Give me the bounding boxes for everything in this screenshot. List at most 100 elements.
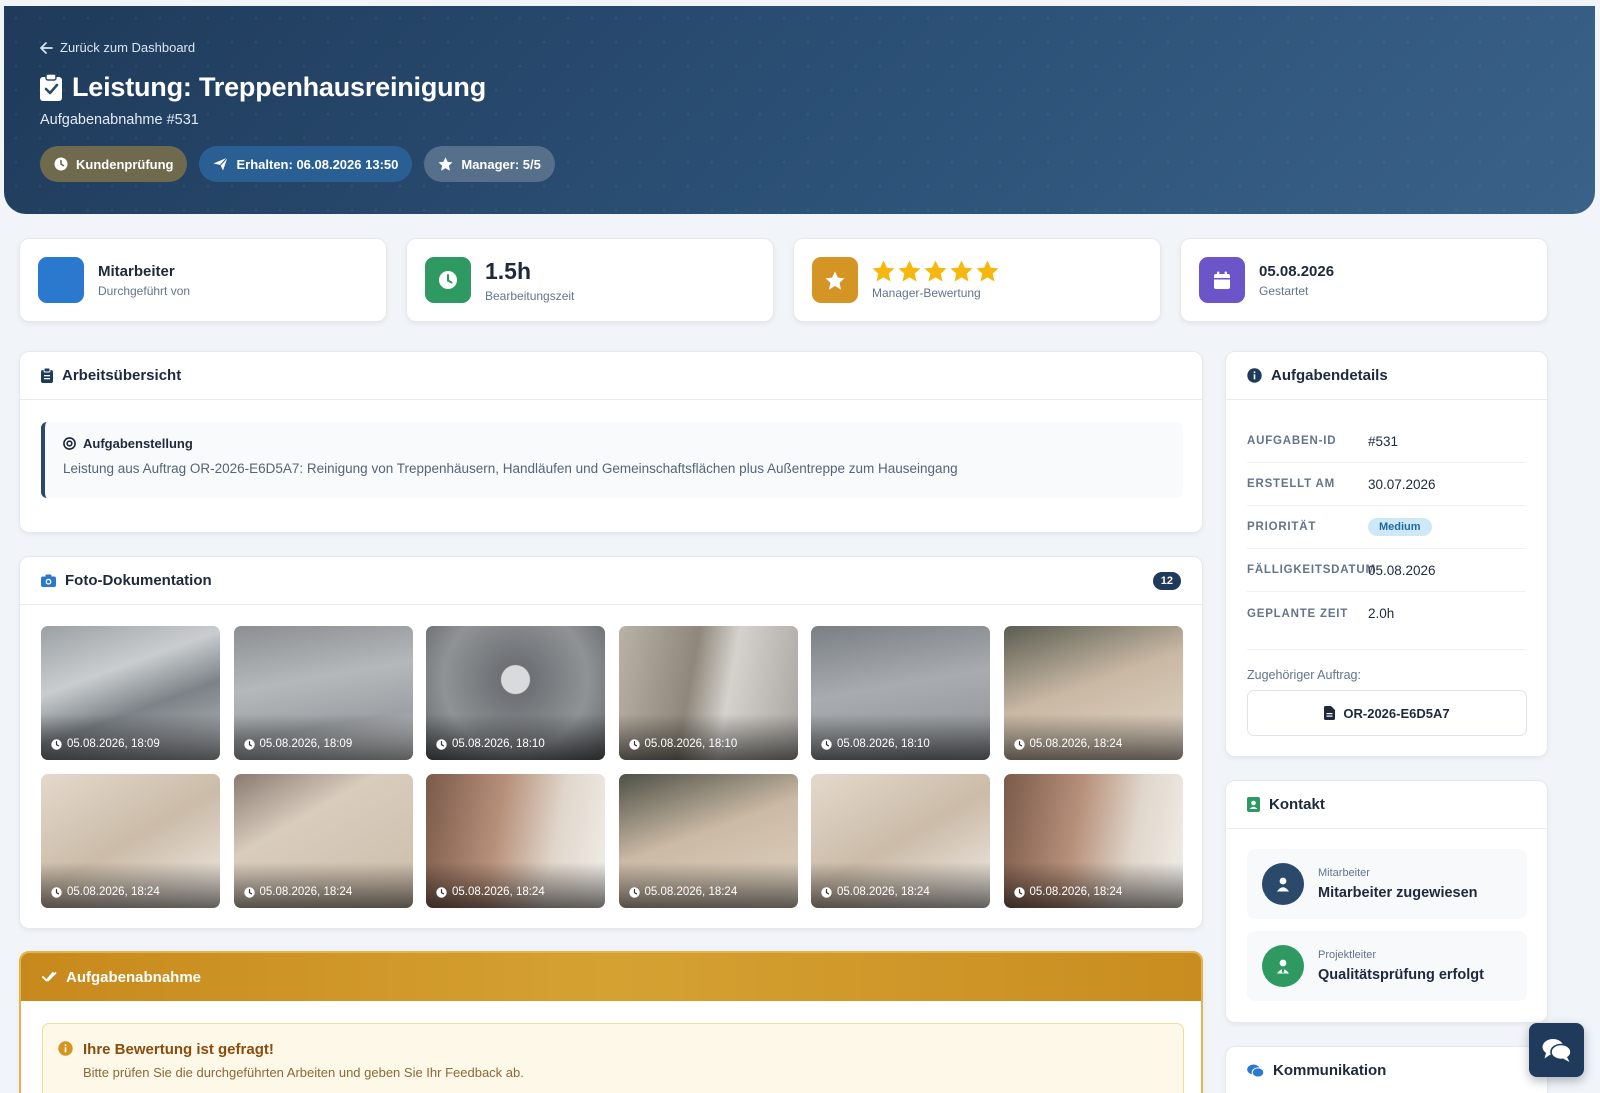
stat-start-label: Gestartet (1259, 283, 1309, 298)
stat-card-duration: 1.5h Bearbeitungszeit (406, 238, 774, 322)
back-link-label: Zurück zum Dashboard (60, 40, 196, 55)
communication-header: Kommunikation (1226, 1047, 1547, 1093)
page-subtitle: Aufgabenabnahme #531 (40, 112, 199, 128)
page-title-text: Leistung: Treppenhausreinigung (72, 72, 487, 102)
photo-timestamp: 05.08.2026, 18:10 (821, 738, 930, 750)
stat-card-start-date: 05.08.2026 Gestartet (1180, 238, 1548, 322)
photo-timestamp: 05.08.2026, 18:24 (243, 886, 353, 898)
photo-timestamp-text: 05.08.2026, 18:10 (644, 738, 738, 750)
detail-row-planned-time: GEPLANTE ZEIT 2.0h (1247, 606, 1395, 621)
employee-icon (38, 257, 84, 303)
acceptance-title: Aufgabenabnahme (66, 968, 202, 986)
page-header: Zurück zum Dashboard Leistung: Treppenha… (4, 6, 1595, 214)
photo-timestamp-text: 05.08.2026, 18:24 (1029, 738, 1123, 750)
photo-thumbnail[interactable]: 05.08.2026, 18:24 (1003, 774, 1183, 908)
photo-thumbnail[interactable]: 05.08.2026, 18:24 (1003, 626, 1183, 760)
arrow-left-icon (40, 41, 53, 54)
photo-thumbnail[interactable]: 05.08.2026, 18:24 (426, 774, 605, 908)
photo-thumbnail[interactable]: 05.08.2026, 18:10 (811, 626, 990, 760)
rating-star-icon (898, 260, 921, 282)
priority-badge: Medium (1368, 518, 1432, 536)
photo-timestamp-text: 05.08.2026, 18:24 (1029, 886, 1123, 898)
rating-star-icon (924, 260, 947, 282)
person-tie-icon (1262, 945, 1304, 987)
info-icon (58, 1041, 73, 1056)
stat-employee-value: Mitarbeiter (98, 262, 175, 280)
clock-icon (628, 738, 640, 750)
photo-thumbnail[interactable]: 05.08.2026, 18:24 (618, 774, 798, 908)
chat-bubbles-icon (1542, 1038, 1572, 1062)
received-badge: Erhalten: 06.08.2026 13:50 (199, 146, 413, 182)
work-overview-header: Arbeitsübersicht (20, 352, 1202, 400)
photo-timestamp: 05.08.2026, 18:09 (51, 738, 160, 750)
detail-row-created: ERSTELLT AM 30.07.2026 (1247, 463, 1526, 506)
photo-thumbnail[interactable]: 05.08.2026, 18:24 (811, 774, 990, 908)
person-icon (1262, 863, 1304, 905)
star-icon (438, 157, 453, 171)
manager-rating-label: Manager: 5/5 (461, 156, 541, 172)
clock-icon (51, 738, 62, 750)
contact-card: Kontakt Mitarbeiter Mitarbeiter zugewies… (1225, 780, 1548, 1023)
photo-timestamp-text: 05.08.2026, 18:10 (837, 738, 930, 750)
contact-role: Mitarbeiter (1318, 867, 1370, 879)
stat-employee-label: Durchgeführt von (98, 283, 191, 298)
clock-icon (1013, 886, 1025, 898)
photo-thumbnail[interactable]: 05.08.2026, 18:09 (41, 626, 220, 760)
detail-row-priority: PRIORITÄT Medium (1247, 506, 1526, 549)
clock-icon (243, 738, 255, 750)
photo-thumbnail[interactable]: 05.08.2026, 18:09 (233, 626, 413, 760)
clock-icon (436, 738, 447, 750)
clock-icon (243, 886, 255, 898)
clock-icon (51, 886, 62, 898)
photo-documentation-title: Foto-Dokumentation (65, 572, 212, 589)
contact-title: Kontakt (1269, 796, 1325, 813)
task-details-card: Aufgabendetails AUFGABEN-ID #531 ERSTELL… (1225, 351, 1548, 757)
photo-timestamp-text: 05.08.2026, 18:24 (452, 886, 545, 898)
stat-duration-value: 1.5h (485, 257, 532, 284)
detail-row-task-id: AUFGABEN-ID #531 (1247, 420, 1526, 463)
work-overview-card: Arbeitsübersicht Aufgabenstellung Leistu… (19, 351, 1203, 533)
acceptance-header: Aufgabenabnahme (21, 953, 1201, 1001)
contact-header: Kontakt (1226, 781, 1547, 829)
target-icon (63, 437, 76, 450)
related-order-button[interactable]: OR-2026-E6D5A7 (1247, 690, 1527, 736)
contact-item-project-lead[interactable]: Projektleiter Qualitätsprüfung erfolgt (1247, 931, 1527, 1001)
divider (1247, 649, 1526, 650)
clipboard-check-icon (40, 74, 62, 101)
star-icon (812, 257, 858, 303)
photo-timestamp: 05.08.2026, 18:24 (821, 886, 930, 898)
photo-thumbnail[interactable]: 05.08.2026, 18:24 (41, 774, 220, 908)
alert-text: Bitte prüfen Sie die durchgeführten Arbe… (83, 1065, 524, 1080)
status-badges: Kundenprüfung Erhalten: 06.08.2026 13:50… (40, 146, 555, 182)
photo-thumbnail[interactable]: 05.08.2026, 18:10 (618, 626, 798, 760)
clock-icon (1013, 738, 1025, 750)
clock-icon (821, 738, 832, 750)
related-order-label: Zugehöriger Auftrag: (1247, 668, 1361, 682)
photo-timestamp: 05.08.2026, 18:24 (436, 886, 545, 898)
calendar-icon (1199, 257, 1245, 303)
clock-icon (54, 157, 68, 171)
work-overview-title: Arbeitsübersicht (62, 367, 182, 384)
photo-timestamp-text: 05.08.2026, 18:24 (644, 886, 738, 898)
received-badge-label: Erhalten: 06.08.2026 13:50 (236, 156, 399, 172)
task-label: Aufgabenstellung (83, 436, 193, 451)
related-order-value: OR-2026-E6D5A7 (1343, 705, 1450, 721)
photo-timestamp: 05.08.2026, 18:24 (51, 886, 160, 898)
chat-button[interactable] (1529, 1023, 1584, 1077)
photo-thumbnail[interactable]: 05.08.2026, 18:24 (233, 774, 413, 908)
photo-timestamp: 05.08.2026, 18:24 (1013, 886, 1123, 898)
contact-item-employee[interactable]: Mitarbeiter Mitarbeiter zugewiesen (1247, 849, 1527, 919)
info-circle-icon (1247, 368, 1262, 383)
photo-thumbnail[interactable]: 05.08.2026, 18:10 (426, 626, 605, 760)
clock-icon (436, 886, 447, 898)
photo-timestamp-text: 05.08.2026, 18:24 (259, 886, 353, 898)
contact-name: Mitarbeiter zugewiesen (1318, 885, 1478, 901)
stat-duration-label: Bearbeitungszeit (485, 288, 575, 303)
stat-rating-label: Manager-Bewertung (872, 286, 981, 300)
back-to-dashboard-link[interactable]: Zurück zum Dashboard (40, 40, 195, 55)
photo-timestamp-text: 05.08.2026, 18:09 (67, 738, 160, 750)
task-description-box: Aufgabenstellung Leistung aus Auftrag OR… (41, 422, 1183, 498)
photo-documentation-card: Foto-Dokumentation 12 05.08.2026, 18:09 0… (19, 556, 1203, 929)
file-icon (1324, 706, 1336, 720)
photo-timestamp: 05.08.2026, 18:09 (243, 738, 352, 750)
